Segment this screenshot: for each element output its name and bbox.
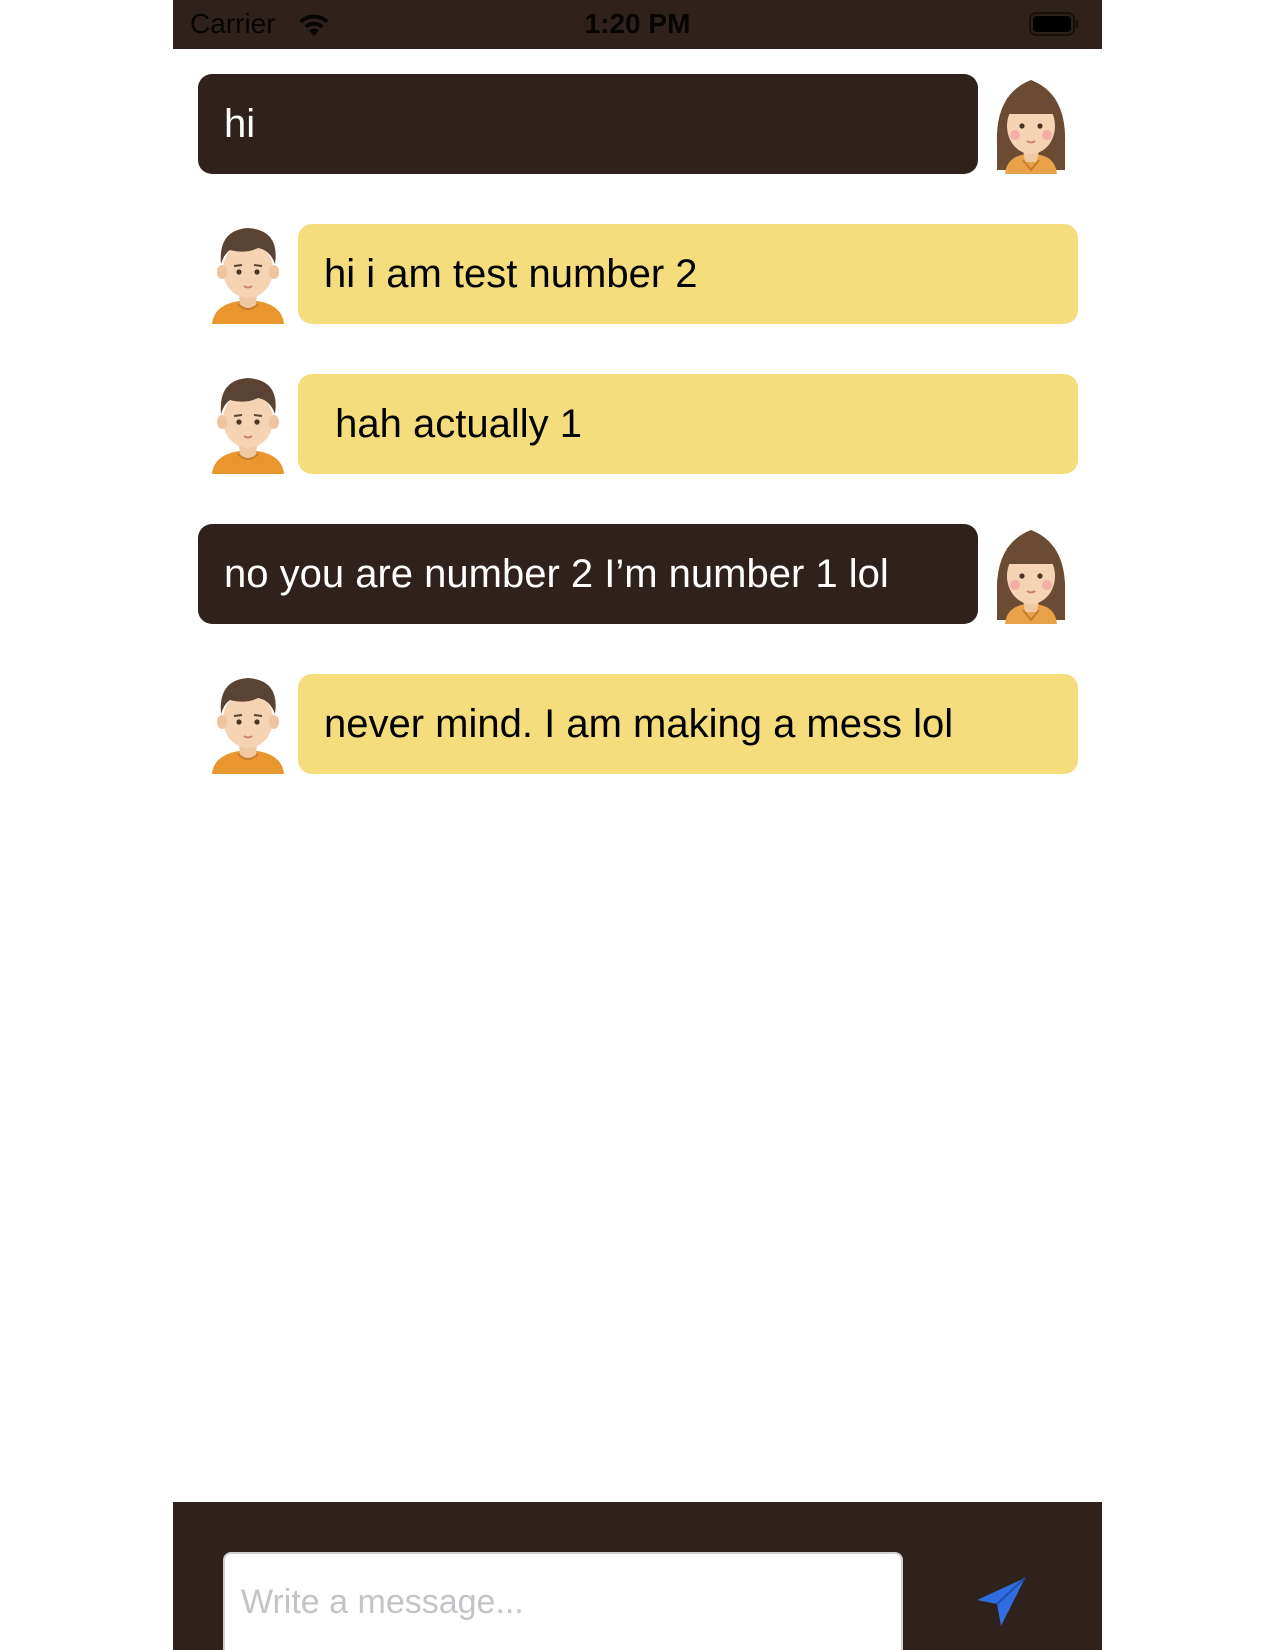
message-text: no you are number 2 I’m number 1 lol xyxy=(224,551,889,596)
boy-avatar-icon xyxy=(212,678,284,774)
message-row: hi xyxy=(173,74,1102,174)
message-bubble-incoming: never mind. I am making a mess lol xyxy=(298,674,1078,774)
message-input[interactable] xyxy=(223,1552,903,1650)
girl-avatar-icon xyxy=(996,530,1066,624)
paper-plane-icon[interactable] xyxy=(973,1574,1029,1630)
message-row: no you are number 2 I’m number 1 lol xyxy=(173,524,1102,624)
girl-avatar-icon xyxy=(996,80,1066,174)
message-bubble-incoming: hah actually 1 xyxy=(298,374,1078,474)
chat-screen: Carrier 1:20 PM hi hi i am test number 2… xyxy=(173,0,1102,1650)
message-bubble-outgoing: hi xyxy=(198,74,978,174)
message-row: hah actually 1 xyxy=(173,374,1102,474)
message-bubble-outgoing: no you are number 2 I’m number 1 lol xyxy=(198,524,978,624)
message-text: hi i am test number 2 xyxy=(324,251,698,296)
message-composer xyxy=(173,1502,1102,1650)
message-row: never mind. I am making a mess lol xyxy=(173,674,1102,774)
boy-avatar-icon xyxy=(212,378,284,474)
status-bar: Carrier 1:20 PM xyxy=(173,0,1102,49)
boy-avatar-icon xyxy=(212,228,284,324)
clock: 1:20 PM xyxy=(584,8,691,39)
battery-icon xyxy=(1029,12,1078,36)
message-text: hah actually 1 xyxy=(324,401,582,446)
message-row: hi i am test number 2 xyxy=(173,224,1102,324)
message-text: hi xyxy=(224,101,256,146)
message-text: never mind. I am making a mess lol xyxy=(324,701,954,746)
message-bubble-incoming: hi i am test number 2 xyxy=(298,224,1078,324)
